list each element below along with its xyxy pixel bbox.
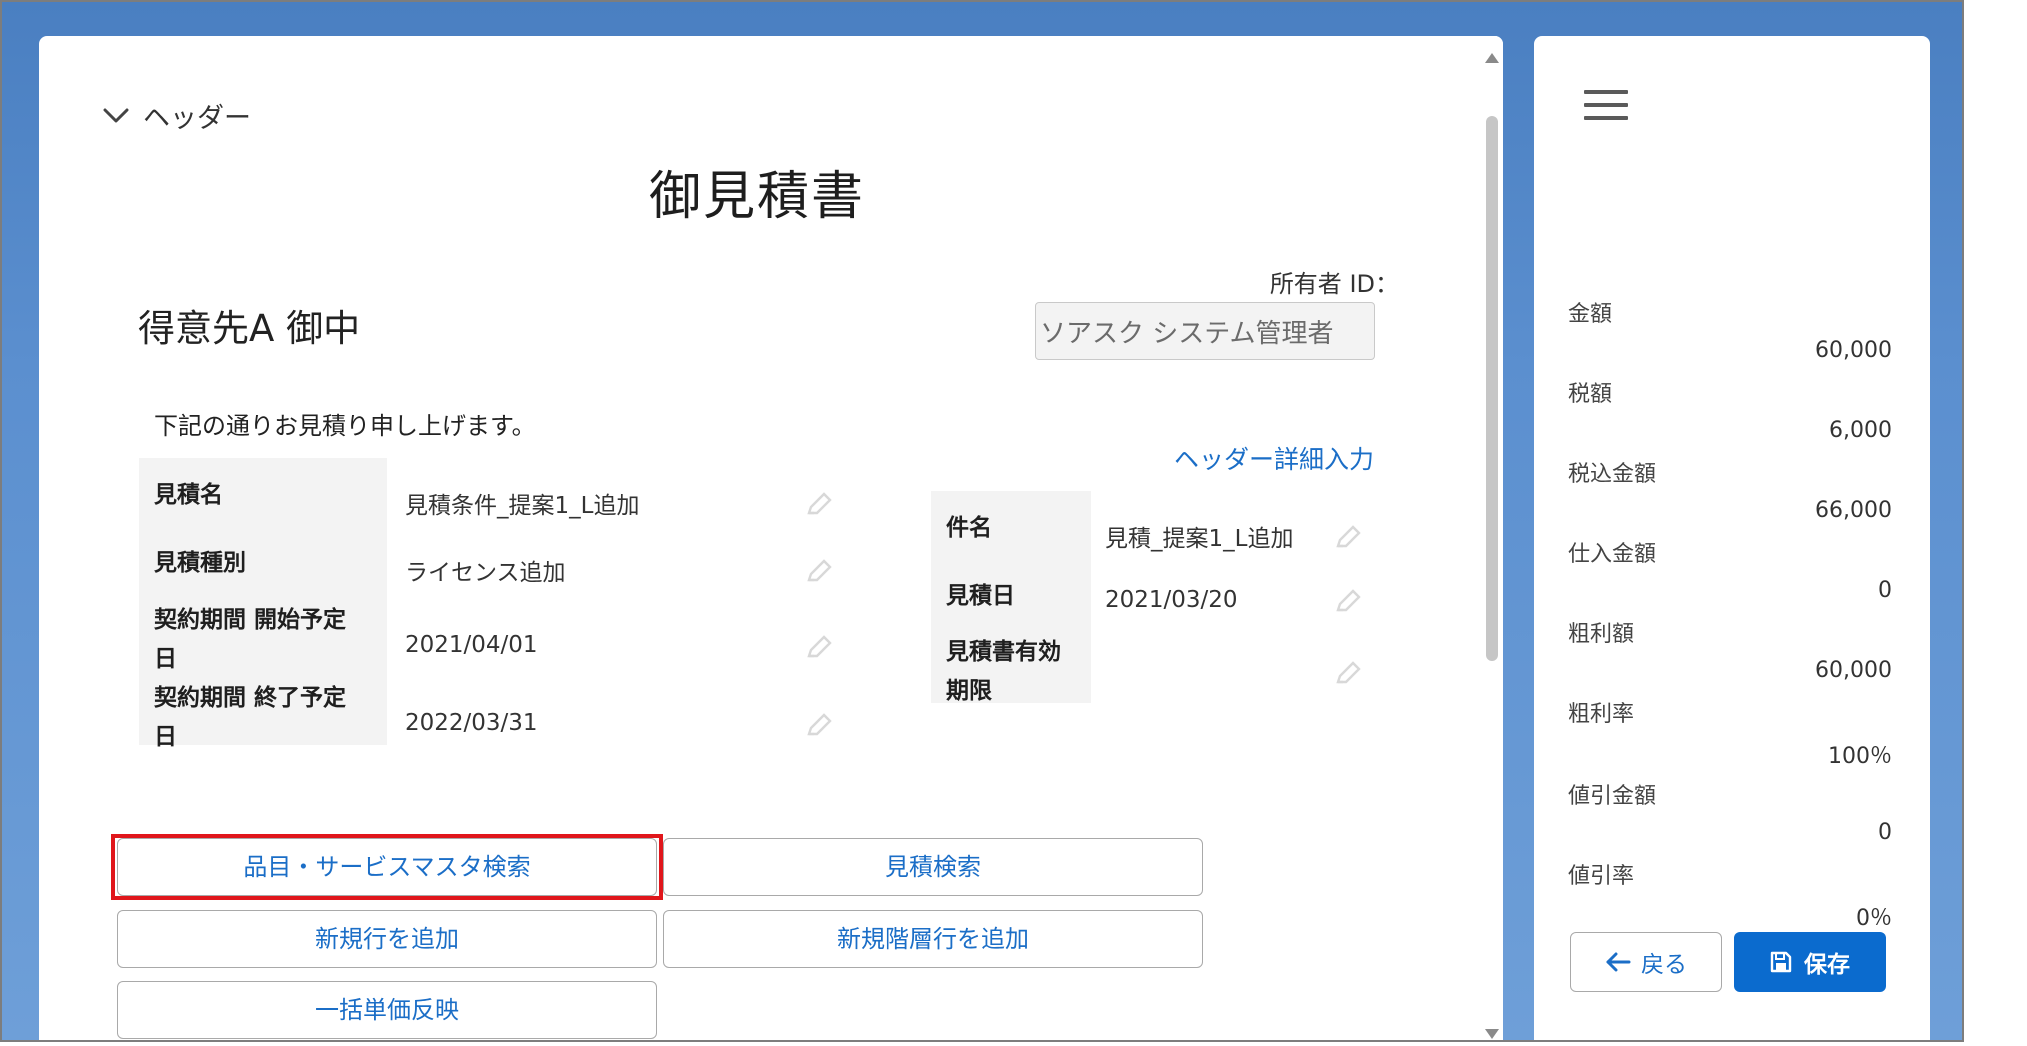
app-window: ヘッダー 御見積書 得意先A 御中 所有者 ID： 下記の通りお見積り申し上げま… <box>0 0 1964 1042</box>
document-title: 御見積書 <box>648 167 865 227</box>
field-label-estimate-type: 見積種別 <box>154 550 246 576</box>
field-value-subject: 見積_提案1_L追加 <box>1105 526 1294 552</box>
bulk-unit-price-button[interactable]: 一括単価反映 <box>117 981 657 1039</box>
field-label-contract-start-line1: 契約期間 開始予定 <box>154 607 347 633</box>
field-label-contract-end-line1: 契約期間 終了予定 <box>154 685 347 711</box>
summary-label-tax: 税額 <box>1568 382 1613 407</box>
add-row-button[interactable]: 新規行を追加 <box>117 910 657 968</box>
main-panel: ヘッダー 御見積書 得意先A 御中 所有者 ID： 下記の通りお見積り申し上げま… <box>39 36 1503 1040</box>
summary-label-purchase-amount: 仕入金額 <box>1568 542 1657 567</box>
field-label-estimate-name: 見積名 <box>154 482 223 508</box>
scroll-down-arrow-icon[interactable] <box>1484 1028 1500 1040</box>
summary-value-gross-profit: 60,000 <box>1815 658 1892 683</box>
pencil-icon[interactable] <box>805 712 833 740</box>
owner-id-field[interactable] <box>1035 302 1375 360</box>
save-disk-icon <box>1770 951 1792 973</box>
summary-value-tax: 6,000 <box>1829 418 1892 443</box>
add-hierarchy-row-button[interactable]: 新規階層行を追加 <box>663 910 1203 968</box>
header-section-toggle[interactable]: ヘッダー <box>103 96 251 135</box>
summary-value-amount: 60,000 <box>1815 338 1892 363</box>
pencil-icon[interactable] <box>1334 660 1362 688</box>
field-label-estimate-date: 見積日 <box>946 583 1015 609</box>
highlight-annotation <box>111 834 663 900</box>
greeting-text: 下記の通りお見積り申し上げます。 <box>154 412 536 440</box>
field-label-valid-until-line1: 見積書有効 <box>946 639 1061 665</box>
header-section-label: ヘッダー <box>143 103 251 134</box>
field-label-valid-until-line2: 期限 <box>946 678 992 704</box>
summary-value-gross-margin: 100％ <box>1828 744 1892 769</box>
pencil-icon[interactable] <box>805 634 833 662</box>
back-button-label: 戻る <box>1641 952 1687 978</box>
scroll-up-arrow-icon[interactable] <box>1484 52 1500 64</box>
field-value-contract-end: 2022/03/31 <box>405 710 538 736</box>
summary-value-discount-amount: 0 <box>1878 820 1892 845</box>
summary-label-tax-included: 税込金額 <box>1568 462 1657 487</box>
chevron-down-icon <box>103 108 129 122</box>
summary-panel: 金額 60,000 税額 6,000 税込金額 66,000 仕入金額 0 粗利… <box>1534 36 1930 1040</box>
summary-value-purchase-amount: 0 <box>1878 578 1892 603</box>
scrollbar-thumb[interactable] <box>1486 116 1498 661</box>
summary-label-amount: 金額 <box>1568 302 1613 327</box>
pencil-icon[interactable] <box>805 558 833 586</box>
summary-value-tax-included: 66,000 <box>1815 498 1892 523</box>
summary-label-gross-margin: 粗利率 <box>1568 702 1635 727</box>
header-detail-link[interactable]: ヘッダー詳細入力 <box>1164 440 1374 476</box>
field-label-contract-start-line2: 日 <box>154 646 177 672</box>
field-value-estimate-type: ライセンス追加 <box>405 560 566 586</box>
back-button[interactable]: 戻る <box>1570 932 1722 992</box>
hamburger-menu-icon[interactable] <box>1584 88 1628 122</box>
pencil-icon[interactable] <box>1334 588 1362 616</box>
customer-name: 得意先A 御中 <box>138 307 361 350</box>
owner-id-label: 所有者 ID： <box>1269 270 1399 298</box>
pencil-icon[interactable] <box>805 491 833 519</box>
pencil-icon[interactable] <box>1334 524 1362 552</box>
field-value-estimate-date: 2021/03/20 <box>1105 587 1238 613</box>
field-value-contract-start: 2021/04/01 <box>405 632 538 658</box>
estimate-search-button[interactable]: 見積検索 <box>663 838 1203 896</box>
arrow-left-icon <box>1606 952 1631 972</box>
field-label-subject: 件名 <box>946 515 992 541</box>
save-button[interactable]: 保存 <box>1734 932 1886 992</box>
field-label-contract-end-line2: 日 <box>154 724 177 750</box>
summary-label-discount-rate: 値引率 <box>1568 864 1635 889</box>
summary-label-discount-amount: 値引金額 <box>1568 784 1657 809</box>
field-value-estimate-name: 見積条件_提案1_L追加 <box>405 493 640 519</box>
summary-value-discount-rate: 0％ <box>1856 906 1892 931</box>
summary-label-gross-profit: 粗利額 <box>1568 622 1635 647</box>
save-button-label: 保存 <box>1804 952 1850 978</box>
